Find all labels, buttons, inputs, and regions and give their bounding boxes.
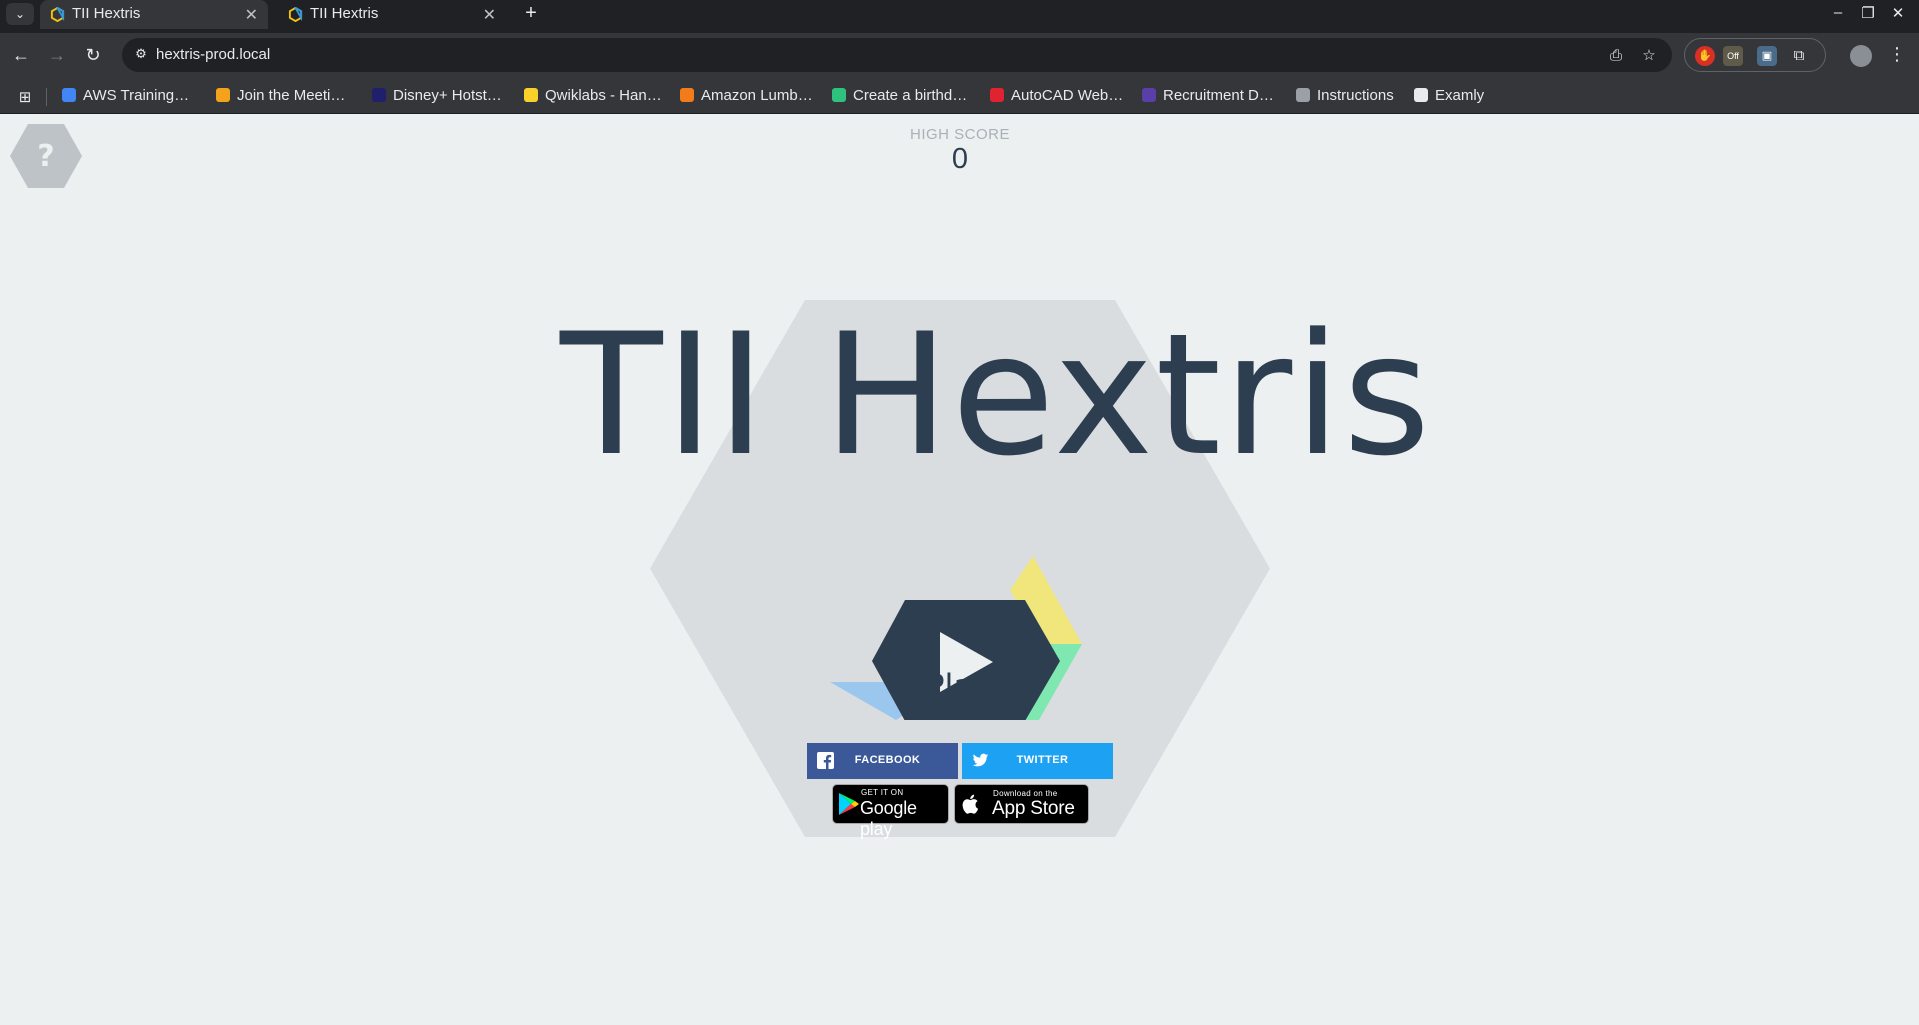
menu-icon[interactable]: ⋮ bbox=[1888, 44, 1906, 65]
bookmark-item[interactable]: Disney+ Hotst… bbox=[372, 87, 502, 107]
bookmark-label: Instructions bbox=[1317, 87, 1394, 104]
examly-icon bbox=[1414, 88, 1428, 102]
google-play-small-text: GET IT ON bbox=[861, 788, 904, 797]
extension-off-icon[interactable]: Off bbox=[1723, 46, 1743, 66]
install-app-icon[interactable]: ⎙ bbox=[1606, 46, 1626, 66]
profile-avatar[interactable] bbox=[1850, 45, 1872, 67]
tab-hextris-active[interactable]: TII Hextris ✕ bbox=[40, 0, 268, 29]
restore-icon[interactable]: ❐ bbox=[1856, 4, 1880, 22]
bookmarks-separator bbox=[46, 88, 47, 106]
tab-title: TII Hextris bbox=[72, 5, 141, 22]
twitter-icon bbox=[972, 753, 989, 767]
back-icon[interactable]: ← bbox=[8, 42, 34, 68]
facebook-icon bbox=[817, 752, 834, 769]
app-store-small-text: Download on the bbox=[993, 789, 1058, 798]
extensions-puzzle-icon[interactable]: ⧉ bbox=[1789, 46, 1809, 66]
bookmark-item[interactable]: Join the Meeti… bbox=[216, 87, 345, 107]
qwiklabs-icon bbox=[524, 88, 538, 102]
bookmark-item[interactable]: Instructions bbox=[1296, 87, 1394, 107]
help-question-text: ? bbox=[37, 139, 54, 174]
hotstar-icon bbox=[372, 88, 386, 102]
browser-toolbar: ← → ↻ ⚙ hextris-prod.local ⎙ ☆ ✋ Off ▣ ⧉… bbox=[0, 33, 1919, 79]
hextris-favicon-icon bbox=[50, 7, 65, 22]
bookmark-label: Recruitment D… bbox=[1163, 87, 1274, 104]
reload-icon[interactable]: ↻ bbox=[80, 42, 106, 68]
facebook-share-button[interactable]: FACEBOOK bbox=[807, 743, 958, 779]
recruitment-icon bbox=[1142, 88, 1156, 102]
bookmark-item[interactable]: Create a birthd… bbox=[832, 87, 967, 107]
tab-hextris[interactable]: TII Hextris ✕ bbox=[278, 0, 506, 29]
high-score: HIGH SCORE 0 bbox=[860, 126, 1060, 176]
extensions-area: ✋ Off ▣ ⧉ bbox=[1684, 38, 1826, 72]
bookmark-label: Join the Meeti… bbox=[237, 87, 346, 104]
site-info-icon[interactable]: ⚙ bbox=[132, 46, 150, 64]
apple-icon bbox=[962, 794, 979, 814]
extension-red-icon[interactable]: ✋ bbox=[1695, 46, 1715, 66]
aws-icon bbox=[62, 88, 76, 102]
hextris-favicon-icon bbox=[288, 7, 303, 22]
bookmark-label: Examly bbox=[1435, 87, 1485, 104]
bookmark-item[interactable]: Amazon Lumb… bbox=[680, 87, 813, 107]
bookmark-label: Amazon Lumb… bbox=[701, 87, 813, 104]
new-tab-icon[interactable]: + bbox=[520, 2, 542, 25]
bookmark-item[interactable]: Qwiklabs - Han… bbox=[524, 87, 662, 107]
minimize-icon[interactable]: – bbox=[1826, 4, 1850, 21]
close-window-icon[interactable]: ✕ bbox=[1886, 4, 1910, 22]
birthday-icon bbox=[832, 88, 846, 102]
app-store-badge[interactable]: Download on the App Store bbox=[954, 784, 1089, 824]
url-text[interactable]: hextris-prod.local bbox=[156, 46, 270, 63]
bookmark-item[interactable]: Recruitment D… bbox=[1142, 87, 1274, 107]
bookmark-item[interactable]: AWS Training… bbox=[62, 87, 189, 107]
bookmark-label: Qwiklabs - Han… bbox=[545, 87, 662, 104]
help-button[interactable]: ? bbox=[10, 124, 82, 188]
google-play-badge[interactable]: GET IT ON Google play bbox=[832, 784, 949, 839]
play-label[interactable]: Play! bbox=[880, 667, 1050, 705]
extension-window-icon[interactable]: ▣ bbox=[1757, 46, 1777, 66]
bookmark-item[interactable]: Examly bbox=[1414, 87, 1484, 107]
apps-grid-icon[interactable]: ⊞ bbox=[16, 88, 34, 106]
high-score-value: 0 bbox=[951, 143, 969, 175]
twitter-share-button[interactable]: TWITTER bbox=[962, 743, 1113, 779]
google-play-icon bbox=[839, 793, 859, 815]
globe-icon bbox=[1296, 88, 1310, 102]
tab-bar: ⌄ TII Hextris ✕ TII Hextris ✕ + – ❐ ✕ bbox=[0, 0, 1919, 33]
bookmark-item[interactable]: AutoCAD Web… bbox=[990, 87, 1123, 107]
bookmarks-bar: ⊞ AWS Training… Join the Meeti… Disney+ Ho… bbox=[0, 79, 1919, 114]
address-bar[interactable]: ⚙ hextris-prod.local ⎙ ☆ bbox=[122, 38, 1672, 72]
bookmark-label: Disney+ Hotst… bbox=[393, 87, 502, 104]
bookmark-label: AutoCAD Web… bbox=[1011, 87, 1124, 104]
tab-search-button[interactable]: ⌄ bbox=[6, 3, 34, 25]
meeting-icon bbox=[216, 88, 230, 102]
bookmark-label: AWS Training… bbox=[83, 87, 190, 104]
bookmark-star-icon[interactable]: ☆ bbox=[1639, 46, 1659, 66]
bookmark-label: Create a birthd… bbox=[853, 87, 968, 104]
tab-title: TII Hextris bbox=[310, 5, 379, 22]
app-store-big-text: App Store bbox=[992, 798, 1075, 819]
facebook-label: FACEBOOK bbox=[854, 754, 921, 766]
forward-icon[interactable]: → bbox=[44, 42, 70, 68]
lumberyard-icon bbox=[680, 88, 694, 102]
twitter-label: TWITTER bbox=[1016, 754, 1069, 766]
google-play-big-text: Google play bbox=[860, 798, 917, 839]
hextris-page: ? HIGH SCORE 0 TII Hextris Play! FACEBOO… bbox=[0, 114, 1919, 1025]
high-score-label: HIGH SCORE bbox=[909, 126, 1010, 143]
tab-close-icon[interactable]: ✕ bbox=[245, 5, 258, 25]
tab-close-icon[interactable]: ✕ bbox=[483, 5, 496, 25]
autocad-icon bbox=[990, 88, 1004, 102]
